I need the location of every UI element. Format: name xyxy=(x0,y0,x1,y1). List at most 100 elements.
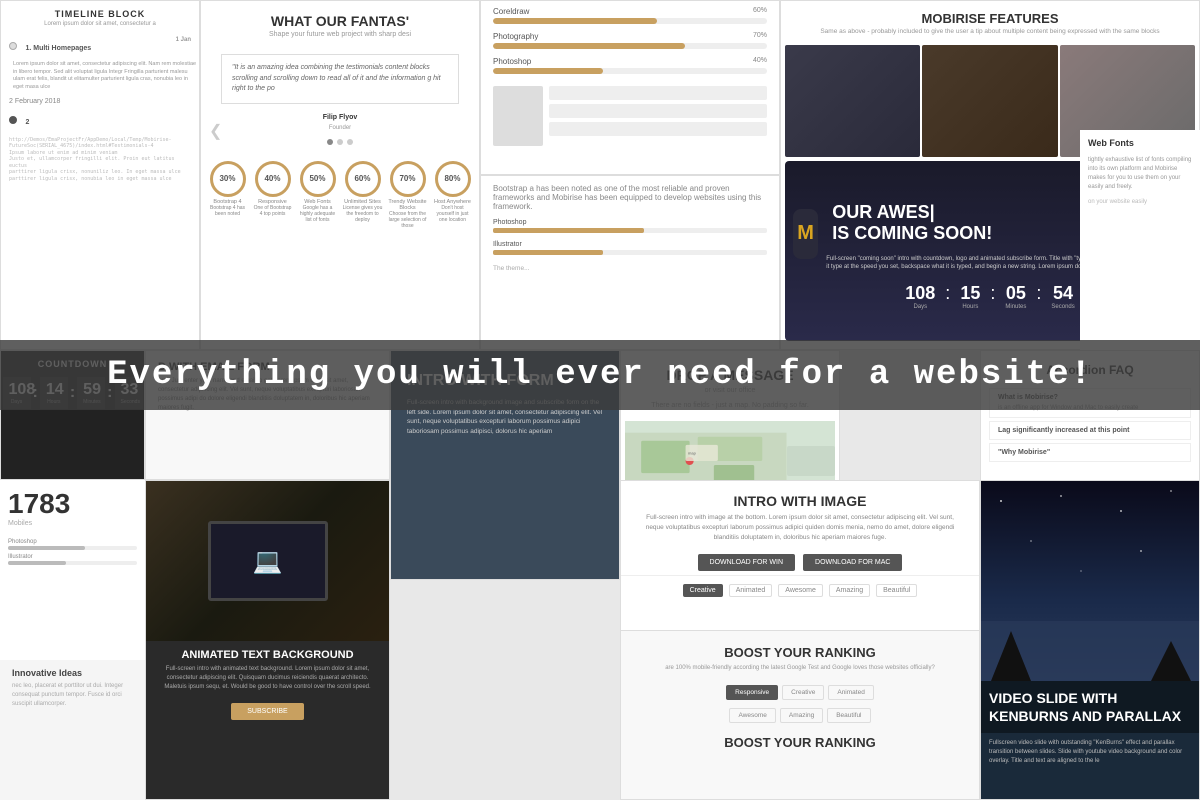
innovative-content: Innovative Ideas nec leo, placerat et po… xyxy=(0,660,150,800)
boost-tabs-row-2: Awesome Amazing Beautiful xyxy=(621,704,979,727)
carousel-dot-1[interactable] xyxy=(327,139,333,145)
big-number: 1783 xyxy=(8,488,137,520)
input-field-3[interactable] xyxy=(549,122,767,136)
stat-host: 80% Host Anywhere Don't host yourself in… xyxy=(433,161,473,229)
skill-bar-ill-bg xyxy=(493,250,767,255)
stat-circle-1: 30% xyxy=(210,161,246,197)
skill-bar-bg-2 xyxy=(493,43,767,49)
intro-image-tabs: Creative Animated Awesome Amazing Beauti… xyxy=(621,575,979,605)
stat-desc-3: Google has a highly adequate list of fon… xyxy=(298,205,338,223)
boost-tab-beautiful[interactable]: Beautiful xyxy=(827,708,870,723)
stats-row: 30% Bootstrap 4 Bootstrap 4 has been not… xyxy=(201,153,479,237)
subscribe-button[interactable]: SUBSCRIBE xyxy=(231,703,303,720)
stat-webfonts: 50% Web Fonts Google has a highly adequa… xyxy=(298,161,338,229)
numbers-area: 1783 Mobiles xyxy=(0,480,145,535)
skill-row-ill: Illustrator xyxy=(481,237,779,259)
bar-bg-ill xyxy=(8,561,137,565)
bar-bg-ps xyxy=(8,546,137,550)
skill-bar-bg-3 xyxy=(493,68,767,74)
tab-amazing[interactable]: Amazing xyxy=(829,584,870,597)
tab-beautiful[interactable]: Beautiful xyxy=(876,584,917,597)
stat-desc-1: Bootstrap 4 has been noted xyxy=(208,205,248,217)
boost-ranking-title: BOOST YOUR RANKING xyxy=(621,631,979,664)
stat-label-4: Unlimited Sites xyxy=(343,199,383,205)
stat-responsive: 40% Responsive One of Bootstrap 4 top po… xyxy=(253,161,293,229)
banner-text: Everything you will ever need for a webs… xyxy=(107,356,1093,394)
tile-fantasies: WHAT OUR FANTAS' Shape your future web p… xyxy=(200,0,480,350)
cd-hours: 15 Hours xyxy=(960,283,980,310)
collage-container: TIMELINE BLOCK Lorem ipsum dolor sit ame… xyxy=(0,0,1200,800)
carousel-dots xyxy=(201,131,479,153)
founder-name: Filip Flyov xyxy=(201,110,479,125)
cd-days: 108 Days xyxy=(905,283,935,310)
faq-item-2[interactable]: Lag significantly increased at this poin… xyxy=(989,421,1191,440)
download-mac-button[interactable]: DOWNLOAD FOR MAC xyxy=(803,554,902,571)
prev-arrow-icon[interactable]: ❮ xyxy=(209,121,222,141)
stat-label-5: Trendy Website Blocks xyxy=(388,199,428,211)
big-number-label: Mobiles xyxy=(8,520,137,527)
video-slide-title: VIDEO SLIDE WITH KENBURNS AND PARALLAX xyxy=(981,681,1199,733)
profile-image-placeholder xyxy=(493,86,543,146)
skill-label-ps: Photoshop xyxy=(493,219,526,226)
web-fonts-extra: on your website easily xyxy=(1080,192,1200,213)
stat-label-1: Bootstrap 4 xyxy=(208,199,248,205)
bar-fill-ps xyxy=(8,546,85,550)
web-fonts-title: Web Fonts xyxy=(1080,130,1200,156)
tab-awesome[interactable]: Awesome xyxy=(778,584,823,597)
cd-colon-1: : xyxy=(943,283,952,310)
stat-desc-6: Don't host yourself in just one location xyxy=(433,205,473,223)
cd-minutes: 05 Minutes xyxy=(1005,283,1026,310)
input-field-1[interactable] xyxy=(549,86,767,100)
tile-skills-top: Coreldraw 60% Photography 70% Photoshop … xyxy=(480,0,780,175)
skill-bar-fill-1 xyxy=(493,18,657,24)
innovative-title: Innovative Ideas xyxy=(12,668,138,678)
feature-image-2 xyxy=(922,45,1057,157)
overlay-banner: Everything you will ever need for a webs… xyxy=(0,340,1200,410)
animated-text-content: ANIMATED TEXT BACKGROUND Full-screen int… xyxy=(146,641,389,728)
timeline-date: 2 February 2018 xyxy=(1,92,199,107)
tile-timeline: TIMELINE BLOCK Lorem ipsum dolor sit ame… xyxy=(0,0,200,350)
download-buttons: DOWNLOAD FOR WIN DOWNLOAD FOR MAC xyxy=(621,550,979,575)
mobirise-logo-icon: M xyxy=(793,209,818,259)
download-win-button[interactable]: DOWNLOAD FOR WIN xyxy=(698,554,796,571)
cd-colon-2: : xyxy=(988,283,997,310)
subscribe-button-area: SUBSCRIBE xyxy=(156,700,379,720)
stat-label-6: Host Anywhere xyxy=(433,199,473,205)
boost-ranking-title-2: BOOST YOUR RANKING xyxy=(621,727,979,758)
stat-circle-6: 80% xyxy=(435,161,471,197)
carousel-dot-2[interactable] xyxy=(337,139,343,145)
cd-seconds-label: Seconds xyxy=(1051,304,1074,310)
theme-label: The theme... xyxy=(481,259,779,278)
boost-tab-amazing[interactable]: Amazing xyxy=(780,708,823,723)
skill-bar-ps-fill xyxy=(493,228,644,233)
night-background xyxy=(981,481,1199,681)
cd-colon-3: : xyxy=(1034,283,1043,310)
boost-ranking-text: are 100% mobile-friendly according the l… xyxy=(621,664,979,681)
bar-row-ill: Illustrator xyxy=(8,554,137,565)
carousel-dot-3[interactable] xyxy=(347,139,353,145)
input-field-2[interactable] xyxy=(549,104,767,118)
boost-tab-awesome[interactable]: Awesome xyxy=(729,708,775,723)
cd-days-num: 108 xyxy=(905,283,935,303)
cd-hours-num: 15 xyxy=(960,283,980,303)
cd-days-label: Days xyxy=(905,304,935,310)
laptop-icon: 💻 xyxy=(253,547,283,576)
boost-tab-animated[interactable]: Animated xyxy=(828,685,873,700)
boost-tab-responsive[interactable]: Responsive xyxy=(726,685,778,700)
cd-hours-label: Hours xyxy=(960,304,980,310)
timeline-label-2: 2 xyxy=(25,119,29,126)
intro-image-text: Full-screen intro with image at the bott… xyxy=(621,513,979,550)
bottom-bars: Photoshop Illustrator xyxy=(0,535,145,569)
faq-question-2: Lag significantly increased at this poin… xyxy=(998,427,1182,434)
animated-text-sub: Full-screen intro with animated text bac… xyxy=(156,661,379,692)
boost-tab-creative[interactable]: Creative xyxy=(782,685,824,700)
tile-boost-ranking: BOOST YOUR RANKING are 100% mobile-frien… xyxy=(620,630,980,800)
faq-item-3[interactable]: "Why Mobirise" xyxy=(989,443,1191,462)
tab-animated[interactable]: Animated xyxy=(729,584,773,597)
stat-desc-2: One of Bootstrap 4 top points xyxy=(253,205,293,217)
tab-creative[interactable]: Creative xyxy=(683,584,723,597)
cd-seconds: 54 Seconds xyxy=(1051,283,1074,310)
stat-circle-5: 70% xyxy=(390,161,426,197)
intro-image-title: INTRO WITH IMAGE xyxy=(621,481,979,513)
tile-numbers: 1783 Mobiles Photoshop Illustrator xyxy=(0,480,145,660)
